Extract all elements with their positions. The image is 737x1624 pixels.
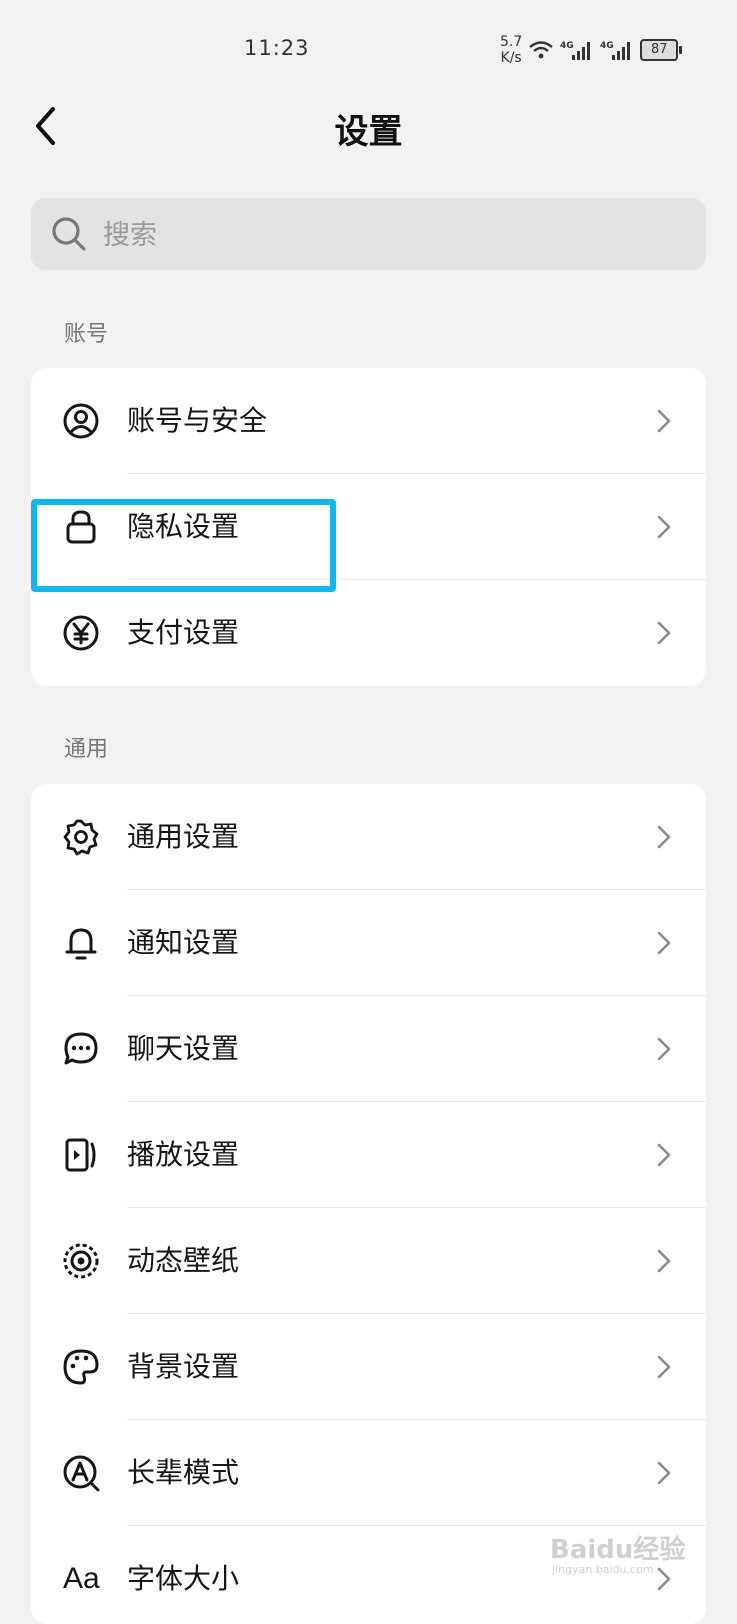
settings-item-live-wallpaper[interactable]: 动态壁纸 (31, 1208, 706, 1314)
chevron-right-icon (657, 621, 671, 645)
signal-icon: 4G (560, 41, 591, 60)
signal-icon-2: 4G (600, 41, 631, 60)
status-icons: 5.7 K/s 4G 4G 87 (500, 30, 683, 70)
chevron-right-icon (657, 1143, 671, 1167)
gear-icon (63, 819, 99, 856)
user-circle-icon (63, 403, 99, 439)
chevron-right-icon (657, 1355, 671, 1379)
settings-item-privacy[interactable]: 隐私设置 (31, 474, 706, 580)
settings-item-label: 通知设置 (127, 926, 240, 959)
lock-icon (66, 510, 96, 544)
chat-bubble-icon (64, 1032, 98, 1065)
settings-item-font-size[interactable]: Aa 字体大小 (31, 1526, 706, 1624)
account-settings-card: 账号与安全 隐私设置 支付设置 (31, 368, 706, 686)
settings-item-label: 聊天设置 (127, 1032, 240, 1065)
chevron-right-icon (657, 515, 671, 539)
search-icon (52, 217, 86, 251)
target-icon (63, 1243, 99, 1279)
settings-item-account-security[interactable]: 账号与安全 (31, 368, 706, 474)
settings-item-label: 动态壁纸 (127, 1244, 240, 1277)
settings-item-payment[interactable]: 支付设置 (31, 580, 706, 686)
chevron-right-icon (657, 931, 671, 955)
chevron-right-icon (657, 825, 671, 849)
section-label-general: 通用 (64, 737, 109, 762)
section-label-account: 账号 (64, 322, 109, 347)
chevron-right-icon (657, 1249, 671, 1273)
network-speed: 5.7 K/s (500, 34, 523, 66)
yen-icon (63, 615, 99, 651)
svg-text:4G: 4G (560, 41, 574, 51)
general-settings-card: 通用设置 通知设置 聊天设置 播放设置 动态壁纸 背景设置 长辈模式 Aa 字体… (31, 784, 706, 1624)
search-bar[interactable] (31, 198, 706, 272)
settings-item-label: 播放设置 (127, 1138, 240, 1171)
font-size-icon: Aa (63, 1562, 100, 1595)
settings-item-label: 支付设置 (127, 616, 240, 649)
settings-item-chat[interactable]: 聊天设置 (31, 996, 706, 1102)
chevron-right-icon (657, 1037, 671, 1061)
settings-item-label: 字体大小 (127, 1562, 240, 1595)
page-title: 设置 (334, 112, 403, 152)
settings-item-background[interactable]: 背景设置 (31, 1314, 706, 1420)
palette-icon (63, 1349, 99, 1385)
play-screen-icon (65, 1138, 96, 1172)
battery-indicator: 87 (640, 39, 683, 61)
settings-item-label: 长辈模式 (127, 1456, 240, 1489)
status-bar: 11:23 5.7 K/s 4G 4G 87 (0, 0, 737, 96)
chevron-right-icon (657, 1567, 671, 1591)
settings-item-label: 通用设置 (127, 820, 240, 853)
search-input[interactable] (101, 198, 685, 272)
chevron-right-icon (657, 1461, 671, 1485)
settings-item-playback[interactable]: 播放设置 (31, 1102, 706, 1208)
svg-text:4G: 4G (600, 41, 614, 51)
wifi-icon (529, 41, 554, 59)
settings-item-label: 背景设置 (127, 1350, 240, 1383)
settings-item-label: 隐私设置 (127, 510, 240, 543)
settings-item-elder-mode[interactable]: 长辈模式 (31, 1420, 706, 1526)
elder-mode-icon (63, 1455, 100, 1492)
settings-item-general[interactable]: 通用设置 (31, 784, 706, 890)
bell-icon (65, 928, 97, 960)
chevron-right-icon (657, 409, 671, 433)
settings-item-notifications[interactable]: 通知设置 (31, 890, 706, 996)
status-time: 11:23 (244, 36, 310, 60)
settings-item-label: 账号与安全 (127, 404, 268, 437)
